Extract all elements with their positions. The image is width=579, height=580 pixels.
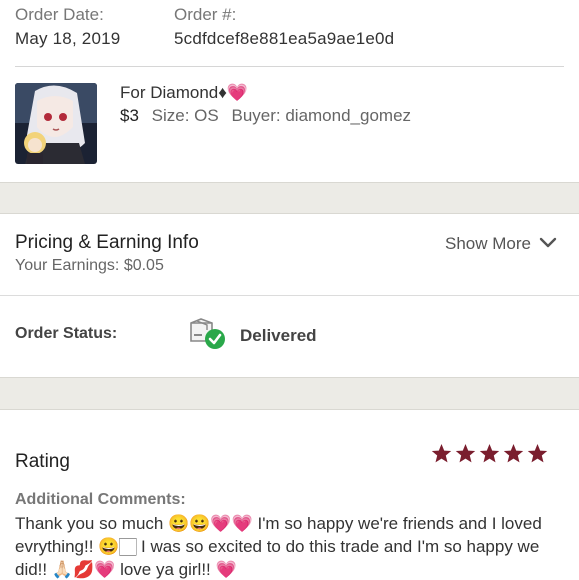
chevron-down-icon [539,234,557,254]
order-header: Order Date: May 18, 2019 Order #: 5cdfdc… [0,0,579,67]
order-date-value: May 18, 2019 [15,29,121,48]
order-item[interactable]: For Diamond♦💗 $3 Size: OS Buyer: diamond… [0,68,579,182]
star-icon [527,443,548,464]
header-divider [15,66,564,67]
order-status-label: Order Status: [15,325,118,342]
show-more-button[interactable]: Show More [445,234,557,254]
order-status-value: Delivered [240,326,317,345]
rating-section: Rating Additional Comments: Thank you so… [0,411,579,580]
order-date-label: Order Date: [15,5,104,24]
star-icon [479,443,500,464]
section-separator [0,182,579,214]
star-icon [455,443,476,464]
item-buyer[interactable]: Buyer: diamond_gomez [231,106,411,125]
item-thumbnail[interactable] [15,83,97,164]
order-number-block: Order #: 5cdfdcef8e881ea5a9ae1e0d [174,5,394,50]
item-size: Size: OS [151,106,219,125]
order-date-block: Order Date: May 18, 2019 [15,5,120,50]
pricing-section: Pricing & Earning Info Your Earnings: $0… [0,215,579,295]
star-icon [503,443,524,464]
order-number-label: Order #: [174,5,237,24]
item-price: $3 [120,106,139,125]
item-meta: $3 Size: OS Buyer: diamond_gomez [120,105,411,127]
comments-text: Thank you so much 😀😀💗💗 I'm so happy we'r… [15,514,542,579]
delivered-box-icon [188,317,228,351]
show-more-label: Show More [445,234,531,253]
earnings-value: Your Earnings: $0.05 [15,257,164,274]
section-separator [0,377,579,410]
rating-title: Rating [15,451,70,472]
item-title[interactable]: For Diamond♦💗 [120,82,248,104]
star-icon [431,443,452,464]
comments-label: Additional Comments: [15,491,186,508]
order-number-value: 5cdfdcef8e881ea5a9ae1e0d [174,29,395,48]
star-rating [431,443,548,464]
pricing-title: Pricing & Earning Info [15,232,199,253]
order-status-section: Order Status: Delivered [0,296,579,377]
